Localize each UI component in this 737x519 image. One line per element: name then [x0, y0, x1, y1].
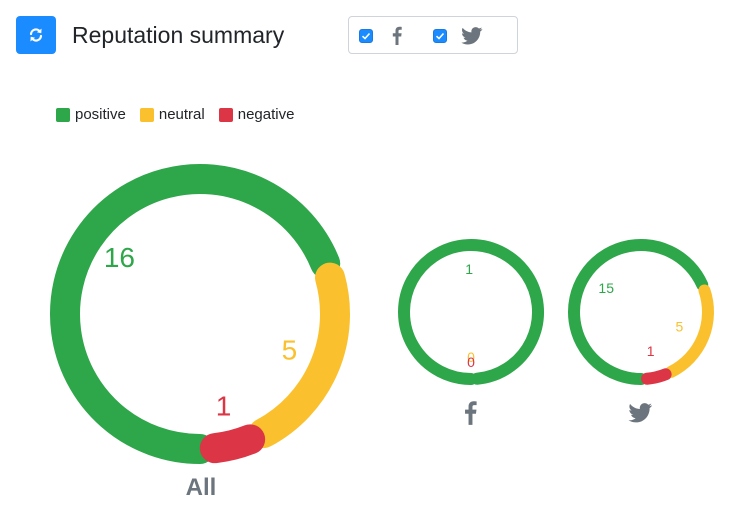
facebook-chart-icon: [465, 401, 477, 425]
all-negative-value-label: 1: [216, 391, 232, 422]
facebook-negative-value-label: 0: [467, 354, 475, 370]
twitter-chart-icon: [628, 403, 652, 423]
twitter-neutral-value-label: 5: [676, 318, 684, 334]
twitter-negative-value-label: 1: [647, 343, 655, 359]
all-negative-arc[interactable]: [199, 424, 266, 464]
all-neutral-arc[interactable]: [248, 262, 350, 449]
all-positive-value-label: 16: [104, 242, 135, 273]
twitter-negative-arc[interactable]: [641, 368, 672, 385]
donut-charts: 16511001551: [50, 164, 714, 464]
all-neutral-value-label: 5: [282, 335, 298, 366]
twitter-positive-value-label: 15: [598, 280, 614, 296]
chart-label-all: All: [185, 474, 217, 501]
facebook-positive-value-label: 1: [465, 261, 473, 277]
